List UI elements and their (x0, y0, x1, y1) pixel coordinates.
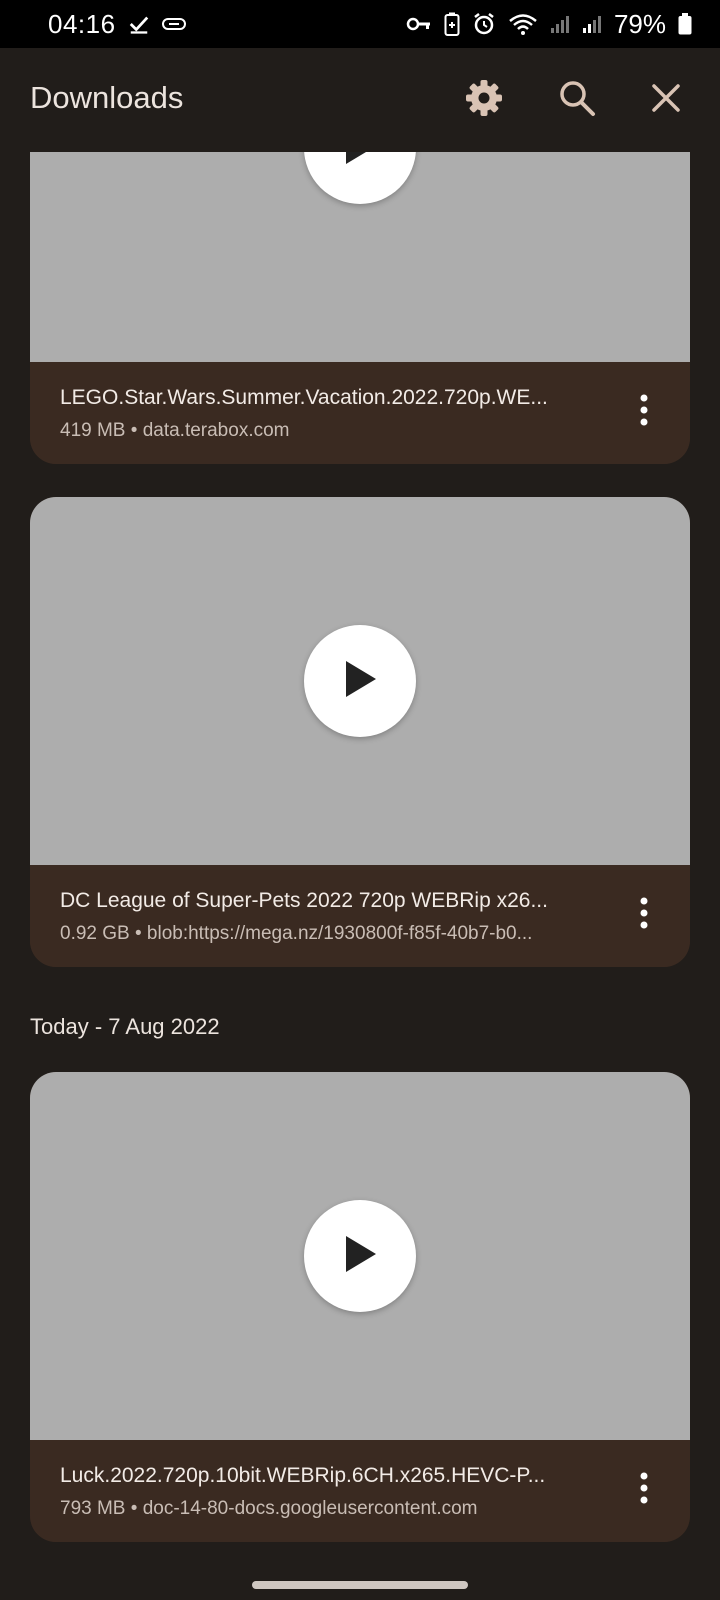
file-meta: 419 MB • data.terabox.com (60, 420, 290, 441)
item-info[interactable]: LEGO.Star.Wars.Summer.Vacation.2022.720p… (30, 362, 690, 464)
battery-percentage: 79% (613, 8, 666, 39)
file-name: Luck.2022.720p.10bit.WEBRip.6CH.x265.HEV… (60, 1464, 546, 1487)
navigation-bar (0, 1573, 720, 1600)
page-title: Downloads (30, 80, 184, 115)
signal-icon-sim2 (582, 14, 602, 34)
check-icon (128, 13, 150, 35)
gear-icon (464, 78, 504, 123)
play-icon (342, 659, 378, 704)
downloads-screen: 04:16 79% Downloads LEGO.Star.Wars.Summe… (0, 0, 720, 1600)
video-thumbnail[interactable] (30, 1072, 690, 1440)
download-item[interactable]: DC League of Super-Pets 2022 720p WEBRip… (30, 497, 690, 967)
close-button[interactable] (636, 70, 696, 130)
play-button[interactable] (304, 625, 416, 737)
play-icon (342, 1234, 378, 1279)
file-meta: 0.92 GB • blob:https://mega.nz/1930800f-… (60, 923, 533, 944)
search-button[interactable] (547, 70, 607, 130)
download-item[interactable]: Luck.2022.720p.10bit.WEBRip.6CH.x265.HEV… (30, 1072, 690, 1542)
status-right: 79% (406, 9, 692, 40)
more-options-button[interactable] (620, 1466, 668, 1514)
status-bar: 04:16 79% (0, 0, 720, 48)
gesture-handle[interactable] (252, 1581, 468, 1589)
file-name: DC League of Super-Pets 2022 720p WEBRip… (60, 889, 548, 912)
item-info[interactable]: DC League of Super-Pets 2022 720p WEBRip… (30, 865, 690, 967)
date-section-header: Today - 7 Aug 2022 (30, 1014, 220, 1039)
item-info[interactable]: Luck.2022.720p.10bit.WEBRip.6CH.x265.HEV… (30, 1440, 690, 1542)
more-vert-icon (638, 896, 650, 935)
play-button[interactable] (304, 152, 416, 204)
battery-saver-icon (444, 12, 460, 36)
download-item[interactable]: LEGO.Star.Wars.Summer.Vacation.2022.720p… (30, 152, 690, 464)
play-button[interactable] (304, 1200, 416, 1312)
status-left: 04:16 (48, 9, 186, 40)
more-options-button[interactable] (620, 388, 668, 436)
settings-button[interactable] (454, 70, 514, 130)
video-thumbnail[interactable] (30, 497, 690, 865)
signal-icon-sim1 (550, 14, 570, 34)
vpn-key-icon (406, 15, 432, 33)
alarm-icon (472, 12, 496, 36)
play-icon (342, 152, 378, 171)
wifi-icon (508, 12, 538, 36)
search-icon (558, 79, 596, 122)
battery-icon (678, 13, 692, 35)
more-vert-icon (638, 1471, 650, 1510)
close-icon (651, 83, 681, 118)
status-time: 04:16 (48, 8, 116, 39)
video-thumbnail[interactable] (30, 152, 690, 362)
more-options-button[interactable] (620, 891, 668, 939)
link-icon (161, 16, 186, 32)
downloads-list[interactable]: LEGO.Star.Wars.Summer.Vacation.2022.720p… (0, 152, 720, 1573)
app-bar: Downloads (0, 48, 720, 152)
file-name: LEGO.Star.Wars.Summer.Vacation.2022.720p… (60, 386, 548, 409)
file-meta: 793 MB • doc-14-80-docs.googleuserconten… (60, 1498, 478, 1519)
more-vert-icon (638, 393, 650, 432)
